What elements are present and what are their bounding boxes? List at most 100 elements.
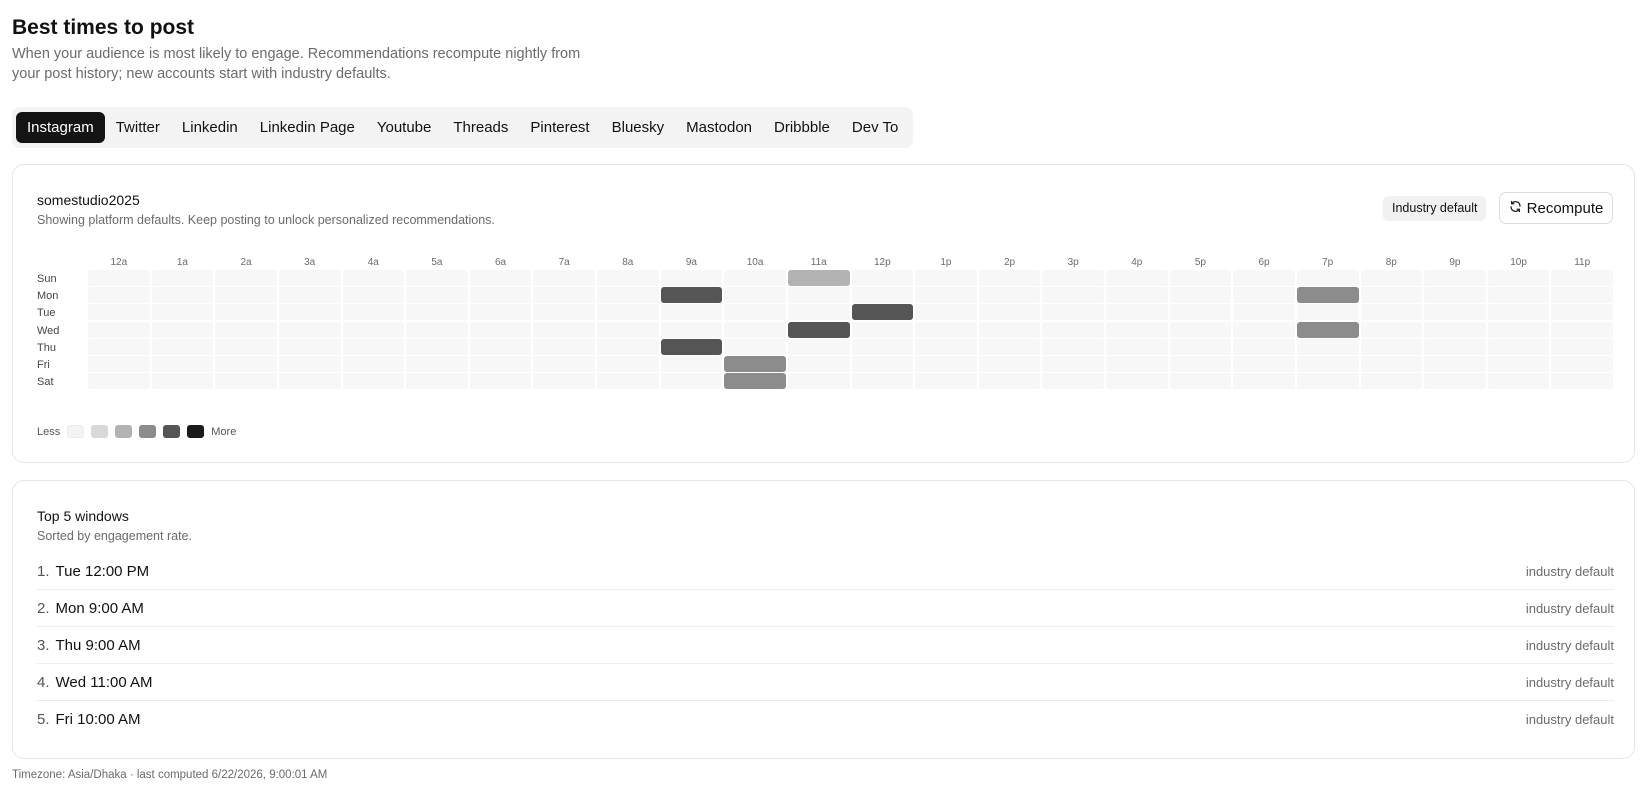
heatmap-cell xyxy=(1360,373,1423,390)
tab-bluesky[interactable]: Bluesky xyxy=(601,112,676,143)
heatmap-cell xyxy=(406,304,468,321)
heatmap-cell xyxy=(88,373,150,390)
heatmap-cell xyxy=(1042,304,1104,321)
top-windows-list: 1. Tue 12:00 PM industry default 2. Mon 9:00… xyxy=(37,553,1614,738)
tab-dev-to[interactable]: Dev To xyxy=(841,112,909,143)
hour-label: 5a xyxy=(431,257,443,268)
heatmap-cell xyxy=(151,304,214,321)
heatmap-cell xyxy=(724,287,786,304)
heatmap-cell xyxy=(88,321,150,338)
day-label: Wed xyxy=(37,324,60,337)
rank-time-label: Mon 9:00 AM xyxy=(55,599,144,617)
heatmap-cell xyxy=(1551,304,1613,321)
legend-swatch xyxy=(187,425,205,438)
heatmap-cell xyxy=(1360,287,1423,304)
heatmap-cell xyxy=(1106,373,1168,390)
heatmap-cell xyxy=(215,304,277,321)
heatmap-cell xyxy=(1487,304,1550,321)
hour-label: 9a xyxy=(685,257,697,268)
tab-mastodon[interactable]: Mastodon xyxy=(675,112,763,143)
rank-time-label: Fri 10:00 AM xyxy=(55,711,141,728)
heatmap-cell xyxy=(1296,338,1359,355)
heatmap-cell xyxy=(1233,338,1295,355)
heatmap-cell xyxy=(724,304,786,321)
hour-label: 3p xyxy=(1067,257,1079,268)
platform-tabs: Instagram Twitter Linkedin Linkedin Page You… xyxy=(12,107,914,148)
heatmap-cell xyxy=(1233,321,1295,338)
tab-threads[interactable]: Threads xyxy=(442,112,519,143)
heatmap-cell xyxy=(88,356,150,372)
heatmap-cell xyxy=(597,373,659,390)
heatmap-cell xyxy=(342,321,405,338)
day-label: Sat xyxy=(37,376,54,389)
heatmap-cell-highlight xyxy=(1296,321,1359,338)
list-item: 2. Mon 9:00 AM industry default xyxy=(37,590,1614,627)
heatmap-cell-highlight xyxy=(660,287,723,304)
day-label: Thu xyxy=(37,341,56,354)
heatmap-cell xyxy=(1424,287,1486,304)
legend-more-label: More xyxy=(211,425,237,438)
hour-axis: 12a 1a 2a 3a 4a 5a 6a 7a 8a 9a 10a 11a 12p 1p 2p 3p 4p 5p… xyxy=(87,257,1614,269)
timezone-footer: Timezone: Asia/Dhaka · last computed 6/2… xyxy=(12,769,328,781)
tab-linkedin[interactable]: Linkedin xyxy=(171,112,249,143)
hour-label: 12p xyxy=(873,257,891,268)
legend-less-label: Less xyxy=(37,425,61,438)
heatmap-cell xyxy=(533,321,595,338)
rank-time-label: Wed 11:00 AM xyxy=(55,673,153,691)
heatmap-cell xyxy=(1233,304,1295,321)
heatmap-cell xyxy=(1487,338,1550,355)
hour-label: 11p xyxy=(1574,257,1591,268)
rank-time: 1. Tue 12:00 PM xyxy=(37,563,149,580)
hour-label: 7p xyxy=(1322,257,1334,268)
heatmap-cell xyxy=(406,287,468,304)
hour-label: 11a xyxy=(810,257,827,268)
hour-label: 7a xyxy=(558,257,570,268)
rank-number: 1. xyxy=(37,562,50,580)
heatmap-cell xyxy=(1424,373,1486,390)
heatmap-cell xyxy=(915,338,977,355)
tab-twitter[interactable]: Twitter xyxy=(105,112,171,143)
heatmap-cell xyxy=(342,338,405,355)
recompute-button[interactable]: Recompute xyxy=(1499,192,1613,224)
rank-source: industry default xyxy=(1525,563,1614,579)
rank-time: 4. Wed 11:00 AM xyxy=(37,674,153,691)
heatmap-cell xyxy=(915,270,977,286)
heatmap-cell xyxy=(915,304,977,321)
heatmap-cell xyxy=(1296,373,1359,390)
heatmap-cell xyxy=(1487,287,1550,304)
heatmap-cell xyxy=(1106,287,1168,304)
heatmap-cell xyxy=(1487,356,1550,372)
heatmap-cell xyxy=(469,356,532,372)
list-item: 1. Tue 12:00 PM industry default xyxy=(37,553,1614,590)
tab-youtube[interactable]: Youtube xyxy=(366,112,443,143)
heatmap-cell xyxy=(215,270,277,286)
heatmap-cell xyxy=(787,304,850,321)
rank-source: industry default xyxy=(1525,600,1614,616)
tab-dribbble[interactable]: Dribbble xyxy=(763,112,841,143)
heatmap-cell xyxy=(1296,270,1359,286)
heatmap-cell xyxy=(1551,356,1613,372)
heatmap-cell xyxy=(851,321,914,338)
heatmap-cell xyxy=(1106,321,1168,338)
heatmap-cell xyxy=(1042,287,1104,304)
heatmap-cell xyxy=(1551,338,1613,355)
heatmap-cell xyxy=(406,338,468,355)
heatmap-cell-highlight xyxy=(724,373,786,390)
tab-linkedin-page[interactable]: Linkedin Page xyxy=(249,112,366,143)
heatmap-cell xyxy=(215,356,277,372)
heatmap-cell xyxy=(533,270,595,286)
heatmap-cell xyxy=(278,321,341,338)
rank-time: 5. Fri 10:00 AM xyxy=(37,711,141,728)
tab-pinterest[interactable]: Pinterest xyxy=(519,112,600,143)
heatmap-cell xyxy=(597,356,659,372)
heatmap-cell xyxy=(1424,304,1486,321)
heatmap-legend: Less More xyxy=(37,425,236,438)
heatmap-cell xyxy=(215,373,277,390)
heatmap-cell xyxy=(151,321,214,338)
heatmap-cell xyxy=(1106,304,1168,321)
day-label: Tue xyxy=(37,307,56,320)
tab-instagram[interactable]: Instagram xyxy=(16,112,105,143)
rank-source: industry default xyxy=(1525,637,1614,653)
heatmap-cell xyxy=(915,373,977,390)
heatmap-cell xyxy=(1360,338,1423,355)
